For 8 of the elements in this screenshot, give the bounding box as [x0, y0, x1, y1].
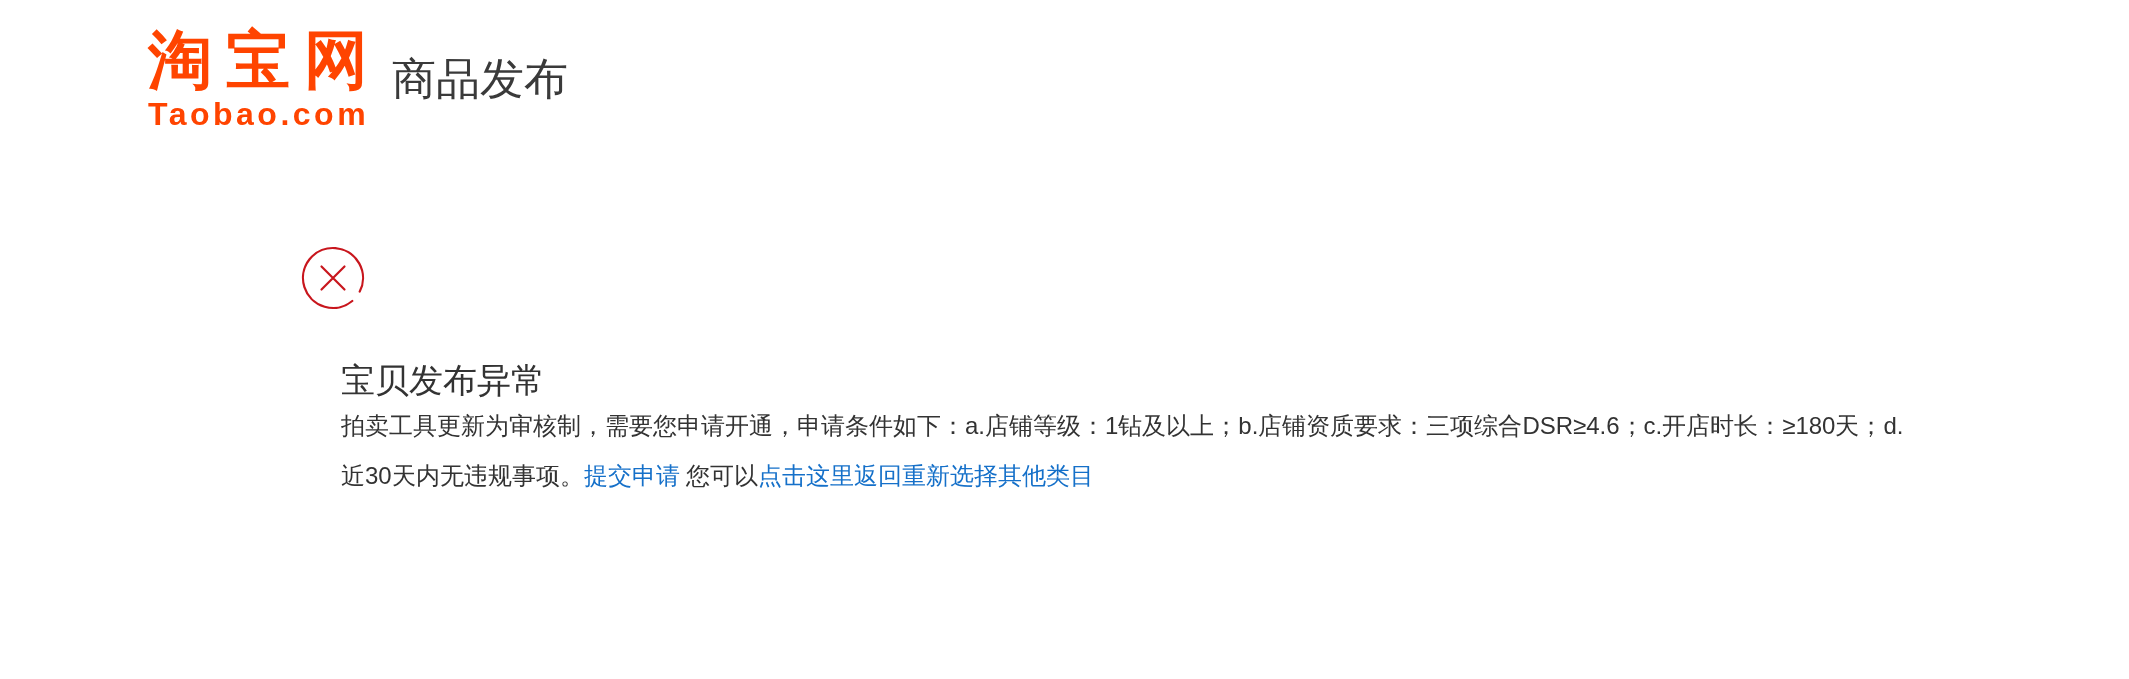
error-message: 拍卖工具更新为审核制，需要您申请开通，申请条件如下：a.店铺等级：1钻及以上；b.店铺资质要求：三项综合DSR≥4.6；c.开店时长：≥180天；d.近30天内无违规事项。提交申请 您可以点击这里返回重新选择其他类目 — [341, 410, 1905, 491]
error-title: 宝贝发布异常 — [341, 360, 546, 401]
error-icon — [301, 246, 365, 310]
page-title: 商品发布 — [392, 52, 568, 105]
message-link[interactable]: 点击这里返回重新选择其他类目 — [758, 461, 1095, 489]
logo-domain: Taobao.com — [148, 98, 370, 130]
message-link[interactable]: 提交申请 — [583, 461, 680, 489]
logo-wordmark: 淘宝网 — [148, 28, 382, 92]
